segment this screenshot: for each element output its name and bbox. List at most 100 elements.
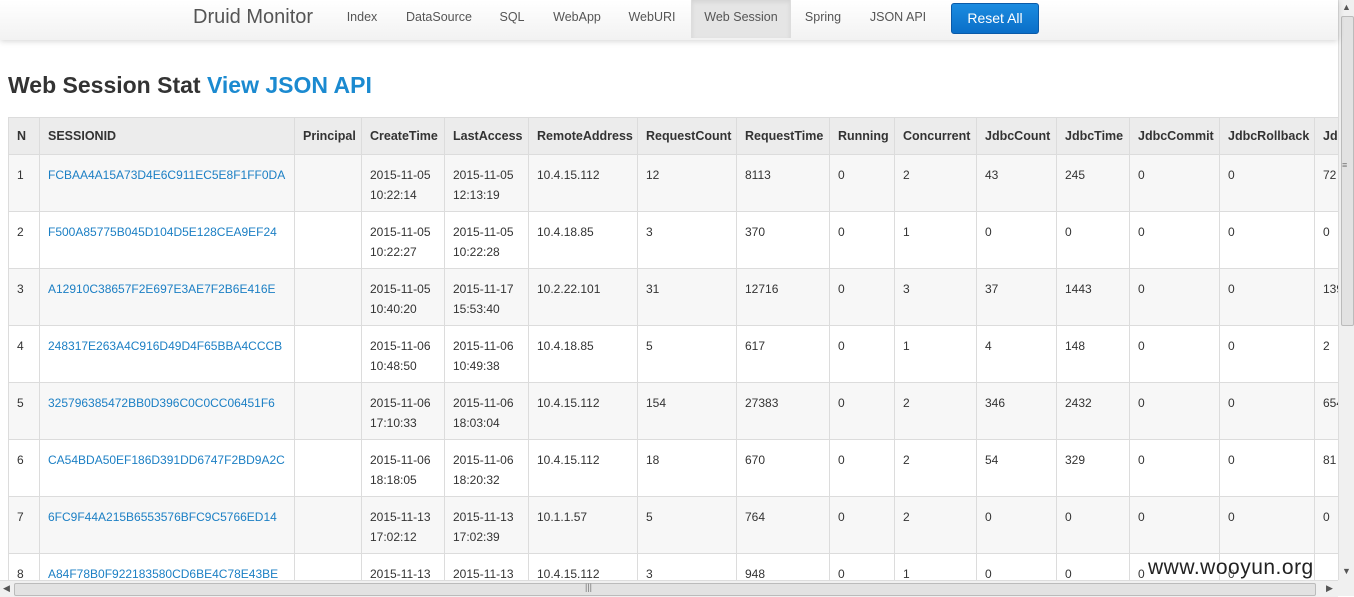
last-time: 15:53:40 [453, 302, 500, 316]
column-header-lastaccess[interactable]: LastAccess [444, 117, 529, 155]
create-date: 2015-11-05 [370, 225, 431, 239]
column-header-jdbctime[interactable]: JdbcTime [1056, 117, 1130, 155]
jdbc-time-cell: 2432 [1056, 382, 1130, 440]
vertical-scrollbar[interactable]: ▲ ≡ ▼ [1338, 0, 1354, 580]
session-id-link[interactable]: CA54BDA50EF186D391DD6747F2BD9A2C [39, 439, 295, 497]
nav-item-web-session[interactable]: Web Session [691, 0, 791, 38]
jdbc-rollback-cell: 0 [1219, 496, 1315, 554]
nav-item-spring[interactable]: Spring [796, 0, 850, 38]
column-header-requesttime[interactable]: RequestTime [736, 117, 830, 155]
create-time-cell: 2015-11-06 10:48:50 [361, 325, 445, 383]
remote-cell: 10.4.15.112 [528, 154, 638, 212]
column-header-running[interactable]: Running [829, 117, 895, 155]
table-row: 4 248317E263A4C916D49D4F65BBA4CCCB 2015-11… [8, 325, 1338, 383]
session-id-link[interactable]: FCBAA4A15A73D4E6C911EC5E8F1FF0DA [39, 154, 295, 212]
last-time: 10:49:38 [453, 359, 500, 373]
horizontal-scroll-thumb[interactable] [14, 583, 1316, 596]
scroll-down-arrow-icon[interactable]: ▼ [1342, 566, 1351, 576]
req-count-cell: 18 [637, 439, 737, 497]
reset-all-button[interactable]: Reset All [951, 3, 1039, 34]
session-id-link[interactable]: F500A85775B045D104D5E128CEA9EF24 [39, 211, 295, 269]
create-date: 2015-11-06 [370, 453, 431, 467]
column-header-sessionid[interactable]: SESSIONID [39, 117, 295, 155]
jdbc-count-cell: 0 [976, 496, 1057, 554]
jdbc-time-cell: 0 [1056, 211, 1130, 269]
last-access-cell: 2015-11-05 10:22:28 [444, 211, 529, 269]
scroll-right-arrow-icon[interactable]: ▶ [1326, 583, 1333, 594]
column-header-jdbccount[interactable]: JdbcCount [976, 117, 1057, 155]
jdbc-time-cell: 329 [1056, 439, 1130, 497]
jdbc-count-cell: 4 [976, 325, 1057, 383]
last-date: 2015-11-05 [453, 168, 514, 182]
session-id-link[interactable]: 6FC9F44A215B6553576BFC9C5766ED14 [39, 496, 295, 554]
create-date: 2015-11-06 [370, 396, 431, 410]
scrollbar-corner [1338, 580, 1354, 596]
jdbc-count-cell: 37 [976, 268, 1057, 326]
create-date: 2015-11-05 [370, 282, 431, 296]
brand-title[interactable]: Druid Monitor [193, 6, 313, 29]
jdbc-commit-cell: 0 [1129, 211, 1220, 269]
principal-cell [294, 268, 362, 326]
nav-item-json-api[interactable]: JSON API [860, 0, 936, 38]
jdbc-rollback-cell: 0 [1219, 154, 1315, 212]
session-id-link[interactable]: 325796385472BB0D396C0C0CC06451F6 [39, 382, 295, 440]
nav-item-sql[interactable]: SQL [488, 0, 536, 38]
scroll-up-arrow-icon[interactable]: ▲ [1342, 2, 1351, 12]
jdb-cell: 139 [1314, 268, 1338, 326]
last-access-cell: 2015-11-17 15:53:40 [444, 268, 529, 326]
column-header-n[interactable]: N [8, 117, 40, 155]
session-id-link[interactable]: A12910C38657F2E697E3AE7F2B6E416E [39, 268, 295, 326]
jdb-cell: 0 [1314, 496, 1338, 554]
last-date: 2015-11-06 [453, 453, 514, 467]
vertical-grip-icon: ≡ [1342, 160, 1348, 170]
create-time-cell: 2015-11-05 10:22:14 [361, 154, 445, 212]
session-id-link[interactable]: A84F78B0F922183580CD6BE4C78E43BE [39, 553, 295, 580]
running-cell: 0 [829, 268, 895, 326]
req-time-cell: 27383 [736, 382, 830, 440]
nav-item-datasource[interactable]: DataSource [396, 0, 482, 38]
last-time: 10:22:28 [453, 245, 500, 259]
nav-item-webapp[interactable]: WebApp [542, 0, 612, 38]
concurrent-cell: 1 [894, 553, 977, 580]
running-cell: 0 [829, 439, 895, 497]
create-time: 17:02:12 [370, 530, 417, 544]
n-cell: 7 [8, 496, 40, 554]
column-header-principal[interactable]: Principal [294, 117, 362, 155]
jdbc-commit-cell: 0 [1129, 268, 1220, 326]
view-json-api-link[interactable]: View JSON API [207, 72, 372, 98]
principal-cell [294, 211, 362, 269]
principal-cell [294, 496, 362, 554]
concurrent-cell: 2 [894, 439, 977, 497]
req-time-cell: 948 [736, 553, 830, 580]
horizontal-scrollbar[interactable]: ◀ ||| ▶ [0, 580, 1338, 597]
jdbc-commit-cell: 0 [1129, 382, 1220, 440]
column-header-jdbcrollback[interactable]: JdbcRollback [1219, 117, 1315, 155]
scroll-left-arrow-icon[interactable]: ◀ [3, 583, 10, 594]
jdbc-commit-cell: 0 [1129, 439, 1220, 497]
column-header-jdb[interactable]: Jdb [1314, 117, 1338, 155]
column-header-requestcount[interactable]: RequestCount [637, 117, 737, 155]
horizontal-grip-icon: ||| [585, 582, 593, 592]
column-header-concurrent[interactable]: Concurrent [894, 117, 977, 155]
concurrent-cell: 2 [894, 496, 977, 554]
column-header-createtime[interactable]: CreateTime [361, 117, 445, 155]
remote-cell: 10.4.15.112 [528, 382, 638, 440]
last-date: 2015-11-05 [453, 225, 514, 239]
jdbc-count-cell: 54 [976, 439, 1057, 497]
create-time-cell: 2015-11-06 17:10:33 [361, 382, 445, 440]
session-id-link[interactable]: 248317E263A4C916D49D4F65BBA4CCCB [39, 325, 295, 383]
vertical-scroll-thumb[interactable] [1341, 16, 1354, 326]
session-table: N SESSIONID Principal CreateTime LastAccess R… [8, 117, 1338, 580]
n-cell: 3 [8, 268, 40, 326]
create-date: 2015-11-06 [370, 339, 431, 353]
principal-cell [294, 154, 362, 212]
create-time: 10:48:50 [370, 359, 417, 373]
table-row: 7 6FC9F44A215B6553576BFC9C5766ED14 2015-11… [8, 496, 1338, 554]
column-header-jdbccommit[interactable]: JdbcCommit [1129, 117, 1220, 155]
nav-item-index[interactable]: Index [332, 0, 392, 38]
table-row: 1 FCBAA4A15A73D4E6C911EC5E8F1FF0DA 2015-11… [8, 154, 1338, 212]
jdb-cell: 0 [1314, 211, 1338, 269]
running-cell: 0 [829, 382, 895, 440]
nav-item-weburi[interactable]: WebURI [618, 0, 686, 38]
column-header-remoteaddress[interactable]: RemoteAddress [528, 117, 638, 155]
